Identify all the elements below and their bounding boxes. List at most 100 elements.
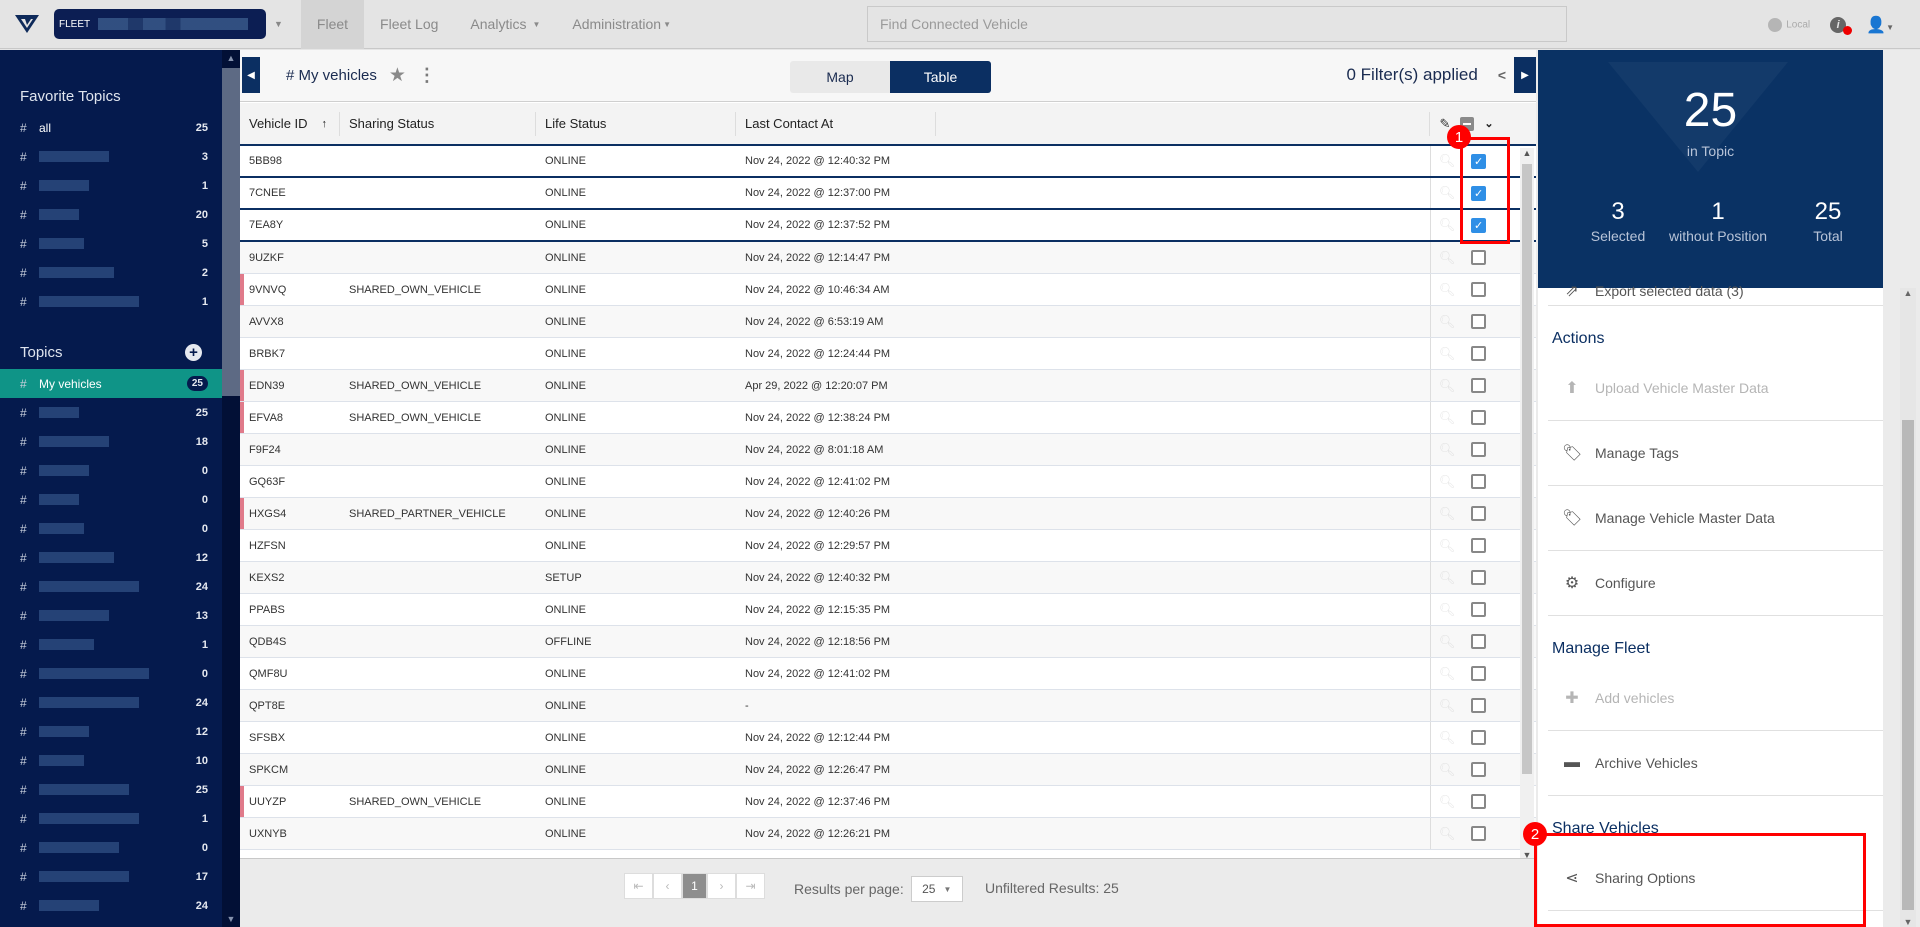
first-page-button[interactable]: ⇤ [624, 873, 653, 899]
notifications-info-icon[interactable]: i [1830, 16, 1853, 35]
last-page-button[interactable]: ⇥ [736, 873, 765, 899]
sidebar-topic-item[interactable]: #0 [0, 456, 222, 485]
row-select-checkbox[interactable] [1471, 698, 1487, 713]
add-topic-plus-icon[interactable]: + [185, 344, 202, 361]
chevron-left-icon[interactable]: < [1498, 67, 1506, 83]
magnifier-icon[interactable]: 🔍︎ [1439, 410, 1456, 426]
magnifier-icon[interactable]: 🔍︎ [1439, 826, 1456, 842]
row-select-checkbox[interactable] [1471, 346, 1487, 361]
row-select-checkbox[interactable] [1471, 826, 1487, 841]
table-scrollbar[interactable]: ▲ ▼ [1520, 148, 1534, 860]
table-row[interactable]: KEXS2 SETUP Nov 24, 2022 @ 12:40:32 PM 🔍︎ [240, 562, 1536, 594]
scroll-down-icon[interactable]: ▼ [222, 911, 240, 927]
brand-logo-icon[interactable] [14, 13, 40, 35]
table-row[interactable]: 7EA8Y ONLINE Nov 24, 2022 @ 12:37:52 PM 🔍︎ ✓ [240, 210, 1536, 242]
table-row[interactable]: HZFSN ONLINE Nov 24, 2022 @ 12:29:57 PM 🔍︎ [240, 530, 1536, 562]
sidebar-topic-item[interactable]: #12 [0, 717, 222, 746]
sidebar-topic-item[interactable]: #0 [0, 485, 222, 514]
add-vehicles-button[interactable]: ✚ Add vehicles [1548, 666, 1883, 731]
manage-tags-button[interactable]: 🏷︎ Manage Tags [1548, 421, 1883, 486]
sidebar-topic-item[interactable]: #1 [0, 804, 222, 833]
sidebar-topic-item[interactable]: #13 [0, 601, 222, 630]
magnifier-icon[interactable]: 🔍︎ [1439, 250, 1456, 266]
table-row[interactable]: 9UZKF ONLINE Nov 24, 2022 @ 12:14:47 PM 🔍︎ [240, 242, 1536, 274]
table-row[interactable]: 7CNEE ONLINE Nov 24, 2022 @ 12:37:00 PM 🔍︎ ✓ [240, 178, 1536, 210]
table-row[interactable]: SFSBX ONLINE Nov 24, 2022 @ 12:12:44 PM 🔍︎ [240, 722, 1536, 754]
magnifier-icon[interactable]: 🔍︎ [1439, 378, 1456, 394]
table-row[interactable]: PPABS ONLINE Nov 24, 2022 @ 12:15:35 PM 🔍︎ [240, 594, 1536, 626]
more-options-kebab-icon[interactable]: ⋮ [418, 65, 436, 86]
row-select-checkbox[interactable] [1471, 762, 1487, 777]
row-select-checkbox[interactable] [1471, 250, 1487, 265]
magnifier-icon[interactable]: 🔍︎ [1439, 282, 1456, 298]
sidebar-topic-item[interactable]: #1 [0, 287, 222, 316]
magnifier-icon[interactable]: 🔍︎ [1439, 570, 1456, 586]
fleet-dropdown-caret-icon[interactable]: ▼ [274, 19, 283, 29]
panel-scroll-thumb[interactable] [1902, 420, 1914, 910]
configure-button[interactable]: ⚙ Configure [1548, 551, 1883, 616]
sidebar-topic-item[interactable]: #3 [0, 142, 222, 171]
row-select-checkbox[interactable] [1471, 474, 1487, 489]
sidebar-topic-item[interactable]: #0 [0, 514, 222, 543]
column-header-vehicle-id[interactable]: Vehicle ID ↑ [240, 111, 340, 136]
row-select-checkbox[interactable] [1471, 730, 1487, 745]
bulk-select-chevron-down-icon[interactable]: ⌄ [1484, 117, 1493, 130]
filters-applied-label[interactable]: 0 Filter(s) applied [1346, 65, 1477, 85]
sort-ascending-icon[interactable]: ↑ [322, 118, 328, 130]
magnifier-icon[interactable]: 🔍︎ [1439, 474, 1456, 490]
magnifier-icon[interactable]: 🔍︎ [1439, 442, 1456, 458]
next-page-button[interactable]: › [707, 873, 736, 899]
column-header-sharing-status[interactable]: Sharing Status [340, 111, 536, 136]
table-row[interactable]: EFVA8 SHARED_OWN_VEHICLE ONLINE Nov 24, 202… [240, 402, 1536, 434]
row-select-checkbox[interactable] [1471, 442, 1487, 457]
sidebar-topic-item[interactable]: #24 [0, 572, 222, 601]
sidebar-topic-item[interactable]: # all 25 [0, 113, 222, 142]
column-header-life-status[interactable]: Life Status [536, 111, 736, 136]
table-row[interactable]: UUYZP SHARED_OWN_VEHICLE ONLINE Nov 24, 202… [240, 786, 1536, 818]
table-row[interactable]: EDN39 SHARED_OWN_VEHICLE ONLINE Apr 29, 202… [240, 370, 1536, 402]
sidebar-topic-item[interactable]: #5 [0, 229, 222, 258]
magnifier-icon[interactable]: 🔍︎ [1439, 153, 1456, 169]
archive-vehicles-button[interactable]: ▬ Archive Vehicles [1548, 731, 1883, 796]
magnifier-icon[interactable]: 🔍︎ [1439, 346, 1456, 362]
table-scroll-thumb[interactable] [1522, 164, 1532, 774]
table-row[interactable]: QPT8E ONLINE - 🔍︎ [240, 690, 1536, 722]
sidebar-topic-item[interactable]: #24 [0, 688, 222, 717]
favorite-star-icon[interactable]: ★ [389, 64, 406, 87]
table-row[interactable]: GQ63F ONLINE Nov 24, 2022 @ 12:41:02 PM 🔍︎ [240, 466, 1536, 498]
row-select-checkbox[interactable] [1471, 634, 1487, 649]
scroll-down-icon[interactable]: ▼ [1900, 917, 1916, 927]
locale-selector[interactable]: Local [1768, 17, 1810, 32]
magnifier-icon[interactable]: 🔍︎ [1439, 762, 1456, 778]
find-vehicle-search-input[interactable]: Find Connected Vehicle [867, 6, 1567, 42]
magnifier-icon[interactable]: 🔍︎ [1439, 602, 1456, 618]
table-row[interactable]: QMF8U ONLINE Nov 24, 2022 @ 12:41:02 PM 🔍︎ [240, 658, 1536, 690]
sidebar-scrollbar[interactable]: ▲ ▼ [222, 50, 240, 927]
sidebar-topic-item[interactable]: #0 [0, 833, 222, 862]
row-select-checkbox[interactable] [1471, 506, 1487, 521]
scroll-up-icon[interactable]: ▲ [1520, 148, 1534, 158]
scroll-up-icon[interactable]: ▲ [1900, 288, 1916, 298]
sidebar-topic-item[interactable]: #18 [0, 427, 222, 456]
row-select-checkbox[interactable] [1471, 794, 1487, 809]
row-select-checkbox[interactable] [1471, 282, 1487, 297]
row-select-checkbox[interactable] [1471, 666, 1487, 681]
collapse-sidebar-button[interactable]: ◀ [242, 57, 260, 93]
manage-vehicle-master-data-button[interactable]: 🏷︎ Manage Vehicle Master Data [1548, 486, 1883, 551]
sidebar-topic-item[interactable]: #25 [0, 775, 222, 804]
scroll-up-icon[interactable]: ▲ [222, 50, 240, 66]
table-row[interactable]: AVVX8 ONLINE Nov 24, 2022 @ 6:53:19 AM 🔍︎ [240, 306, 1536, 338]
upload-vehicle-master-data-button[interactable]: ⬆ Upload Vehicle Master Data [1548, 356, 1883, 421]
user-menu-icon[interactable]: 👤▼ [1866, 15, 1894, 35]
magnifier-icon[interactable]: 🔍︎ [1439, 698, 1456, 714]
nav-analytics[interactable]: Analytics ▼ [454, 0, 556, 49]
table-row[interactable]: HXGS4 SHARED_PARTNER_VEHICLE ONLINE Nov 24,… [240, 498, 1536, 530]
magnifier-icon[interactable]: 🔍︎ [1439, 314, 1456, 330]
sidebar-topic-item[interactable]: # My vehicles 25 [0, 369, 222, 398]
magnifier-icon[interactable]: 🔍︎ [1439, 217, 1456, 233]
sidebar-topic-item[interactable]: #2 [0, 258, 222, 287]
magnifier-icon[interactable]: 🔍︎ [1439, 730, 1456, 746]
magnifier-icon[interactable]: 🔍︎ [1439, 666, 1456, 682]
sidebar-topic-item[interactable]: #1 [0, 171, 222, 200]
nav-fleet[interactable]: Fleet [300, 0, 365, 49]
